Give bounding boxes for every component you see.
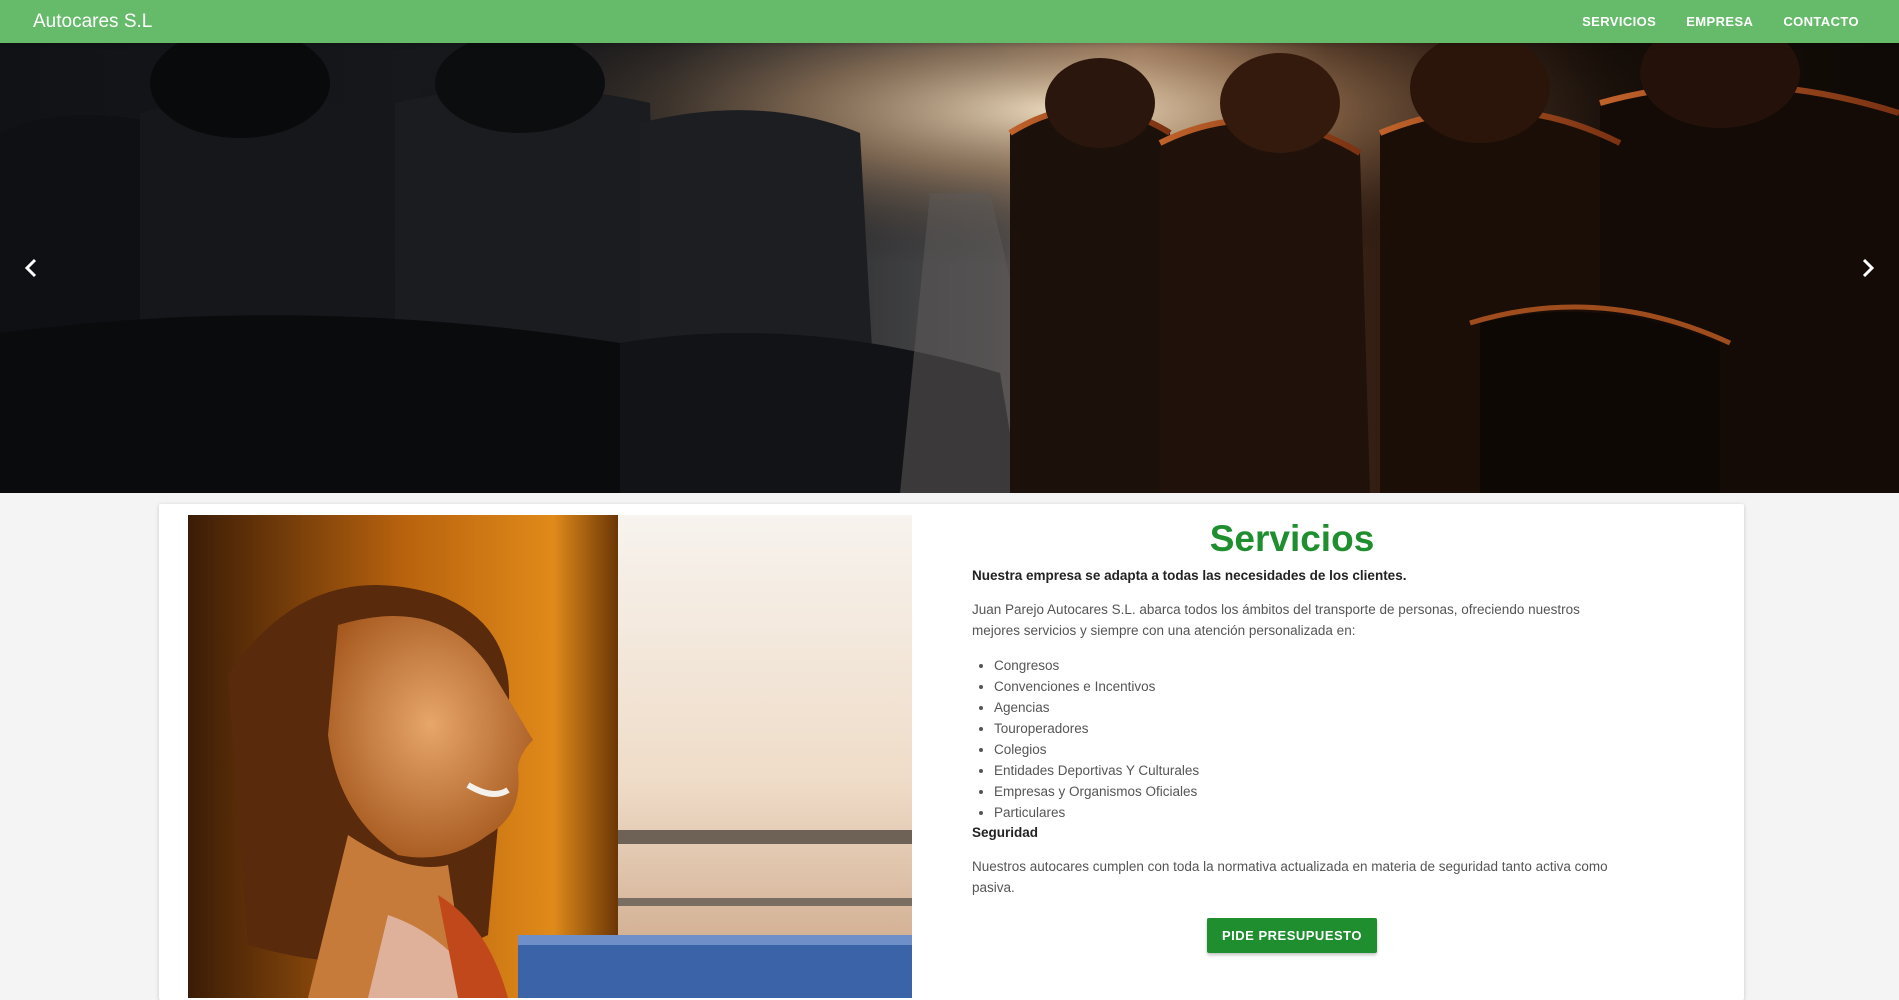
section-title: Servicios <box>1209 518 1375 559</box>
services-list: Congresos Convenciones e Incentivos Agen… <box>972 655 1612 823</box>
top-navbar: Autocares S.L SERVICIOS EMPRESA CONTACTO <box>0 0 1899 43</box>
list-item: Congresos <box>994 655 1612 676</box>
pide-presupuesto-button[interactable]: PIDE PRESUPUESTO <box>1207 918 1377 953</box>
carousel-next-button[interactable] <box>1853 248 1883 288</box>
hero-carousel <box>0 43 1899 493</box>
list-item: Convenciones e Incentivos <box>994 676 1612 697</box>
list-item: Touroperadores <box>994 718 1612 739</box>
list-item: Agencias <box>994 697 1612 718</box>
carousel-prev-button[interactable] <box>16 248 46 288</box>
intro-text: Juan Parejo Autocares S.L. abarca todos … <box>972 602 1580 638</box>
chevron-left-icon <box>24 258 37 278</box>
brand-logo[interactable]: Autocares S.L <box>33 11 152 33</box>
lead-text: Nuestra empresa se adapta a todas las ne… <box>972 568 1407 583</box>
chevron-right-icon <box>1862 258 1875 278</box>
services-photo <box>188 515 912 998</box>
nav-link-empresa[interactable]: EMPRESA <box>1671 14 1768 29</box>
services-text: Servicios Nuestra empresa se adapta a to… <box>972 518 1612 953</box>
nav-link-contacto[interactable]: CONTACTO <box>1768 14 1874 29</box>
main-nav: SERVICIOS EMPRESA CONTACTO <box>1567 14 1874 29</box>
list-item: Entidades Deportivas Y Culturales <box>994 760 1612 781</box>
cta-wrapper: PIDE PRESUPUESTO <box>972 918 1612 953</box>
safety-heading: Seguridad <box>972 825 1039 840</box>
hero-image <box>0 43 1899 493</box>
list-item: Colegios <box>994 739 1612 760</box>
list-item: Particulares <box>994 802 1612 823</box>
list-item: Empresas y Organismos Oficiales <box>994 781 1612 802</box>
services-card: Servicios Nuestra empresa se adapta a to… <box>159 504 1744 1000</box>
nav-link-servicios[interactable]: SERVICIOS <box>1567 14 1671 29</box>
safety-text: Nuestros autocares cumplen con toda la n… <box>972 859 1608 895</box>
woman-bus-window-image <box>188 515 912 998</box>
